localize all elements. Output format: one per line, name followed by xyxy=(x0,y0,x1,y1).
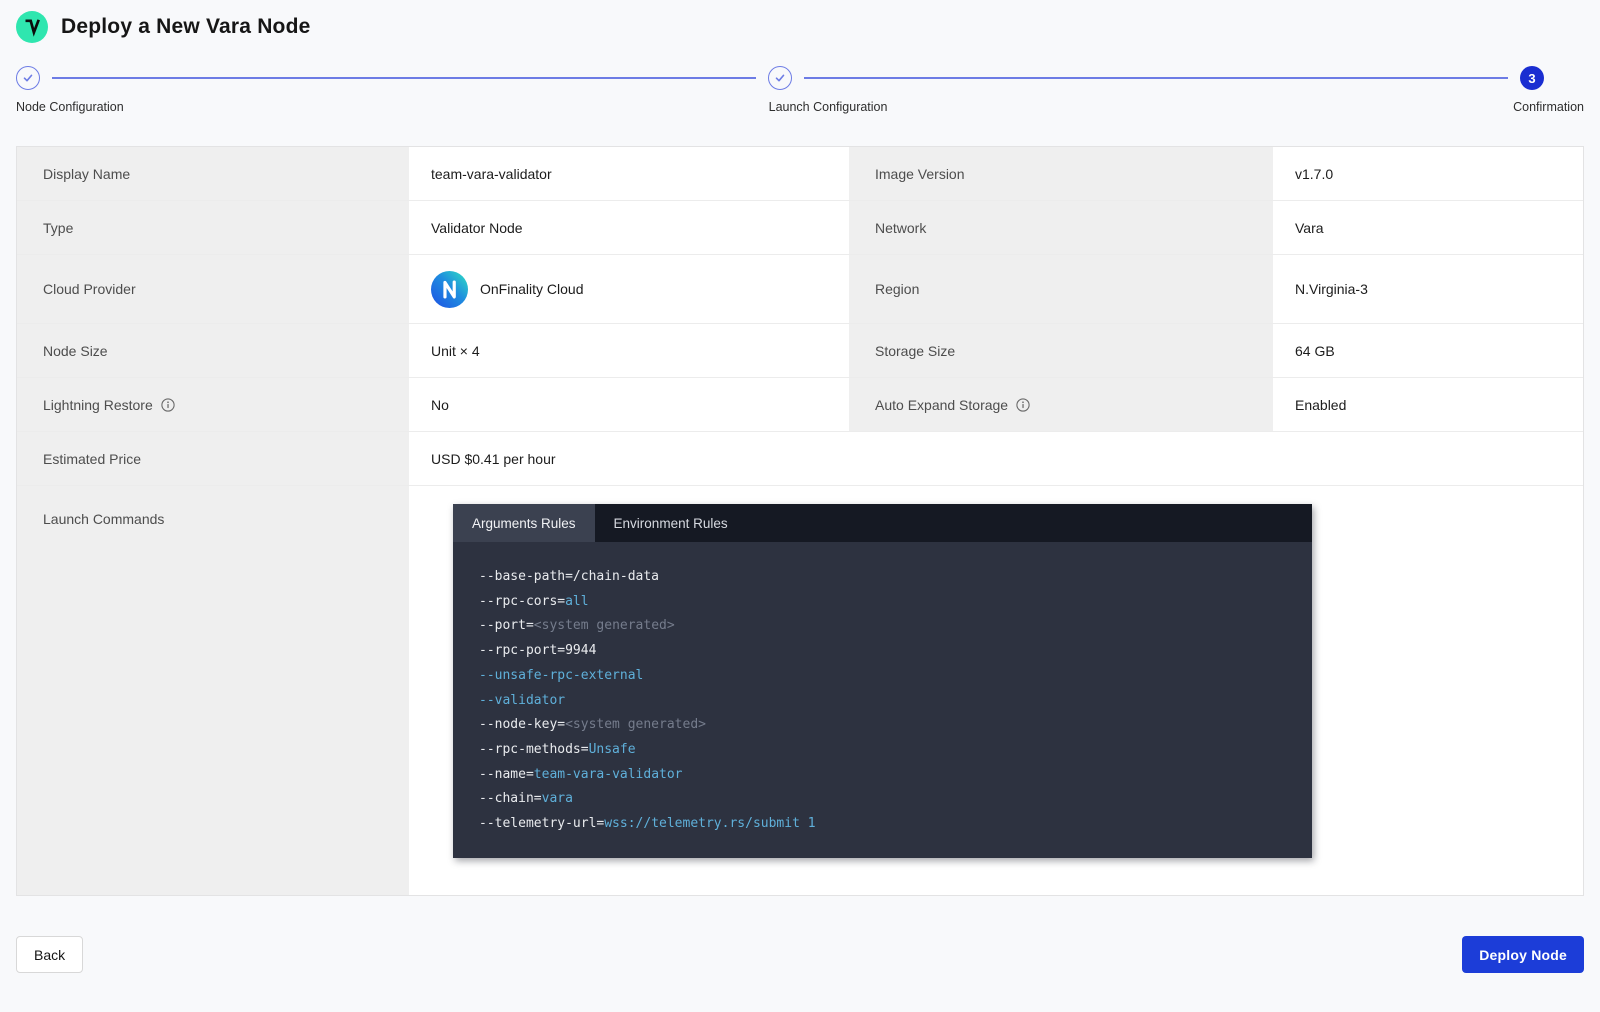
tab-arguments-rules[interactable]: Arguments Rules xyxy=(453,504,595,542)
summary-row: Cloud Provider OnFinality Cloud Region N.V… xyxy=(17,255,1583,324)
summary-value: v1.7.0 xyxy=(1273,147,1583,200)
code-line: --rpc-port=9944 xyxy=(479,643,597,659)
code-line: --unsafe-rpc-external xyxy=(479,667,644,683)
summary-label-text: Display Name xyxy=(43,165,131,182)
summary-label-text: Image Version xyxy=(875,165,965,182)
summary-value-text: Validator Node xyxy=(431,219,523,236)
summary-row: Display Name team-vara-validator Image Ver… xyxy=(17,147,1583,201)
summary-value: Validator Node xyxy=(409,201,843,254)
summary-label: Region xyxy=(843,255,1273,323)
step-2-label: Launch Configuration xyxy=(768,100,888,114)
step-3-label: Confirmation xyxy=(1513,100,1584,114)
info-icon[interactable] xyxy=(161,397,175,412)
step-3-circle[interactable]: 3 xyxy=(1520,66,1544,90)
back-button[interactable]: Back xyxy=(16,936,84,973)
page-title: Deploy a New Vara Node xyxy=(61,15,311,38)
launch-commands-panel: Arguments Rules Environment Rules --base-… xyxy=(453,504,1312,858)
summary-label-text: Estimated Price xyxy=(43,450,142,467)
code-line: --validator xyxy=(479,692,566,708)
check-icon xyxy=(775,74,785,82)
summary-label: Node Size xyxy=(17,324,409,377)
summary-value-text: OnFinality Cloud xyxy=(480,281,584,297)
footer-actions: Back Deploy Node xyxy=(16,936,1584,973)
summary-value-text: Unit × 4 xyxy=(431,342,480,359)
code-lines: --base-path=/chain-data --rpc-cors=all --p… xyxy=(453,542,1312,858)
summary-row: Estimated Price USD $0.41 per hour xyxy=(17,432,1583,486)
summary-value: 64 GB xyxy=(1273,324,1583,377)
step-2-circle[interactable] xyxy=(768,66,792,90)
summary-value-text: Enabled xyxy=(1295,396,1347,413)
summary-value-text: Vara xyxy=(1295,219,1324,236)
summary-value-text: team-vara-validator xyxy=(431,165,552,182)
summary-value: No xyxy=(409,378,843,431)
summary-value: N.Virginia-3 xyxy=(1273,255,1583,323)
summary-value-text: USD $0.41 per hour xyxy=(431,450,556,467)
summary-row: Node Size Unit × 4 Storage Size 64 GB xyxy=(17,324,1583,378)
summary-value: Enabled xyxy=(1273,378,1583,431)
summary-label: Storage Size xyxy=(843,324,1273,377)
info-icon[interactable] xyxy=(1016,397,1030,412)
summary-value: OnFinality Cloud xyxy=(409,255,843,323)
summary-label: Display Name xyxy=(17,147,409,200)
code-line: --rpc-methods=Unsafe xyxy=(479,741,636,757)
summary-value: USD $0.41 per hour xyxy=(409,432,1583,485)
deploy-node-button[interactable]: Deploy Node xyxy=(1462,936,1584,973)
summary-label-text: Auto Expand Storage xyxy=(875,396,1009,413)
launch-commands-cell: Arguments Rules Environment Rules --base-… xyxy=(409,486,1583,895)
step-connector-line xyxy=(804,77,1508,79)
summary-label-text: Network xyxy=(875,219,927,236)
code-line: --telemetry-url=wss://telemetry.rs/submi… xyxy=(479,816,816,832)
summary-label: Network xyxy=(843,201,1273,254)
step-connector-line xyxy=(52,77,756,79)
launch-commands-label: Launch Commands xyxy=(43,511,165,527)
summary-label-text: Region xyxy=(875,281,920,297)
stepper: 3 Node Configuration Launch Configuratio… xyxy=(16,66,1584,124)
check-icon xyxy=(23,74,33,82)
summary-value: team-vara-validator xyxy=(409,147,843,200)
summary-label-text: Storage Size xyxy=(875,342,956,359)
summary-label: Estimated Price xyxy=(17,432,409,485)
summary-row: Lightning Restore No Auto Expand Storage … xyxy=(17,378,1583,432)
stepper-labels: Node Configuration Launch Configuration … xyxy=(16,100,1584,122)
onfinality-logo-icon xyxy=(431,270,468,308)
code-line: --rpc-cors=all xyxy=(479,593,589,609)
summary-label: Image Version xyxy=(843,147,1273,200)
deploy-wizard-page: Deploy a New Vara Node 3 Node Configurat… xyxy=(0,0,1600,973)
code-line: --chain=vara xyxy=(479,791,573,807)
summary-value-text: N.Virginia-3 xyxy=(1295,281,1368,297)
code-line: --port=<system generated> xyxy=(479,618,675,634)
summary-value-text: 64 GB xyxy=(1295,342,1335,359)
summary-label-text: Cloud Provider xyxy=(43,281,136,297)
summary-label: Type xyxy=(17,201,409,254)
tab-environment-rules[interactable]: Environment Rules xyxy=(595,504,747,542)
step-1-label: Node Configuration xyxy=(16,100,124,114)
summary-row-launch: Launch Commands Arguments Rules Environme… xyxy=(17,486,1583,895)
stepper-track: 3 xyxy=(16,66,1584,90)
summary-value: Vara xyxy=(1273,201,1583,254)
code-tabs: Arguments Rules Environment Rules xyxy=(453,504,1312,542)
code-line: --base-path=/chain-data xyxy=(479,569,660,584)
summary-table: Display Name team-vara-validator Image Ver… xyxy=(16,146,1584,896)
code-line: --name=team-vara-validator xyxy=(479,766,683,782)
summary-label: Auto Expand Storage xyxy=(843,378,1273,431)
page-header: Deploy a New Vara Node xyxy=(16,0,1584,46)
vara-logo-icon xyxy=(16,11,48,43)
summary-label-text: Node Size xyxy=(43,342,108,359)
code-line: --node-key=<system generated> xyxy=(479,717,706,733)
summary-value-text: No xyxy=(431,396,449,413)
summary-label-text: Type xyxy=(43,219,74,236)
step-3-number: 3 xyxy=(1528,70,1536,86)
summary-value: Unit × 4 xyxy=(409,324,843,377)
step-1-circle[interactable] xyxy=(16,66,40,90)
summary-label: Launch Commands xyxy=(17,486,409,895)
summary-row: Type Validator Node Network Vara xyxy=(17,201,1583,255)
summary-label: Cloud Provider xyxy=(17,255,409,323)
summary-label: Lightning Restore xyxy=(17,378,409,431)
summary-value-text: v1.7.0 xyxy=(1295,165,1334,182)
summary-label-text: Lightning Restore xyxy=(43,396,153,413)
